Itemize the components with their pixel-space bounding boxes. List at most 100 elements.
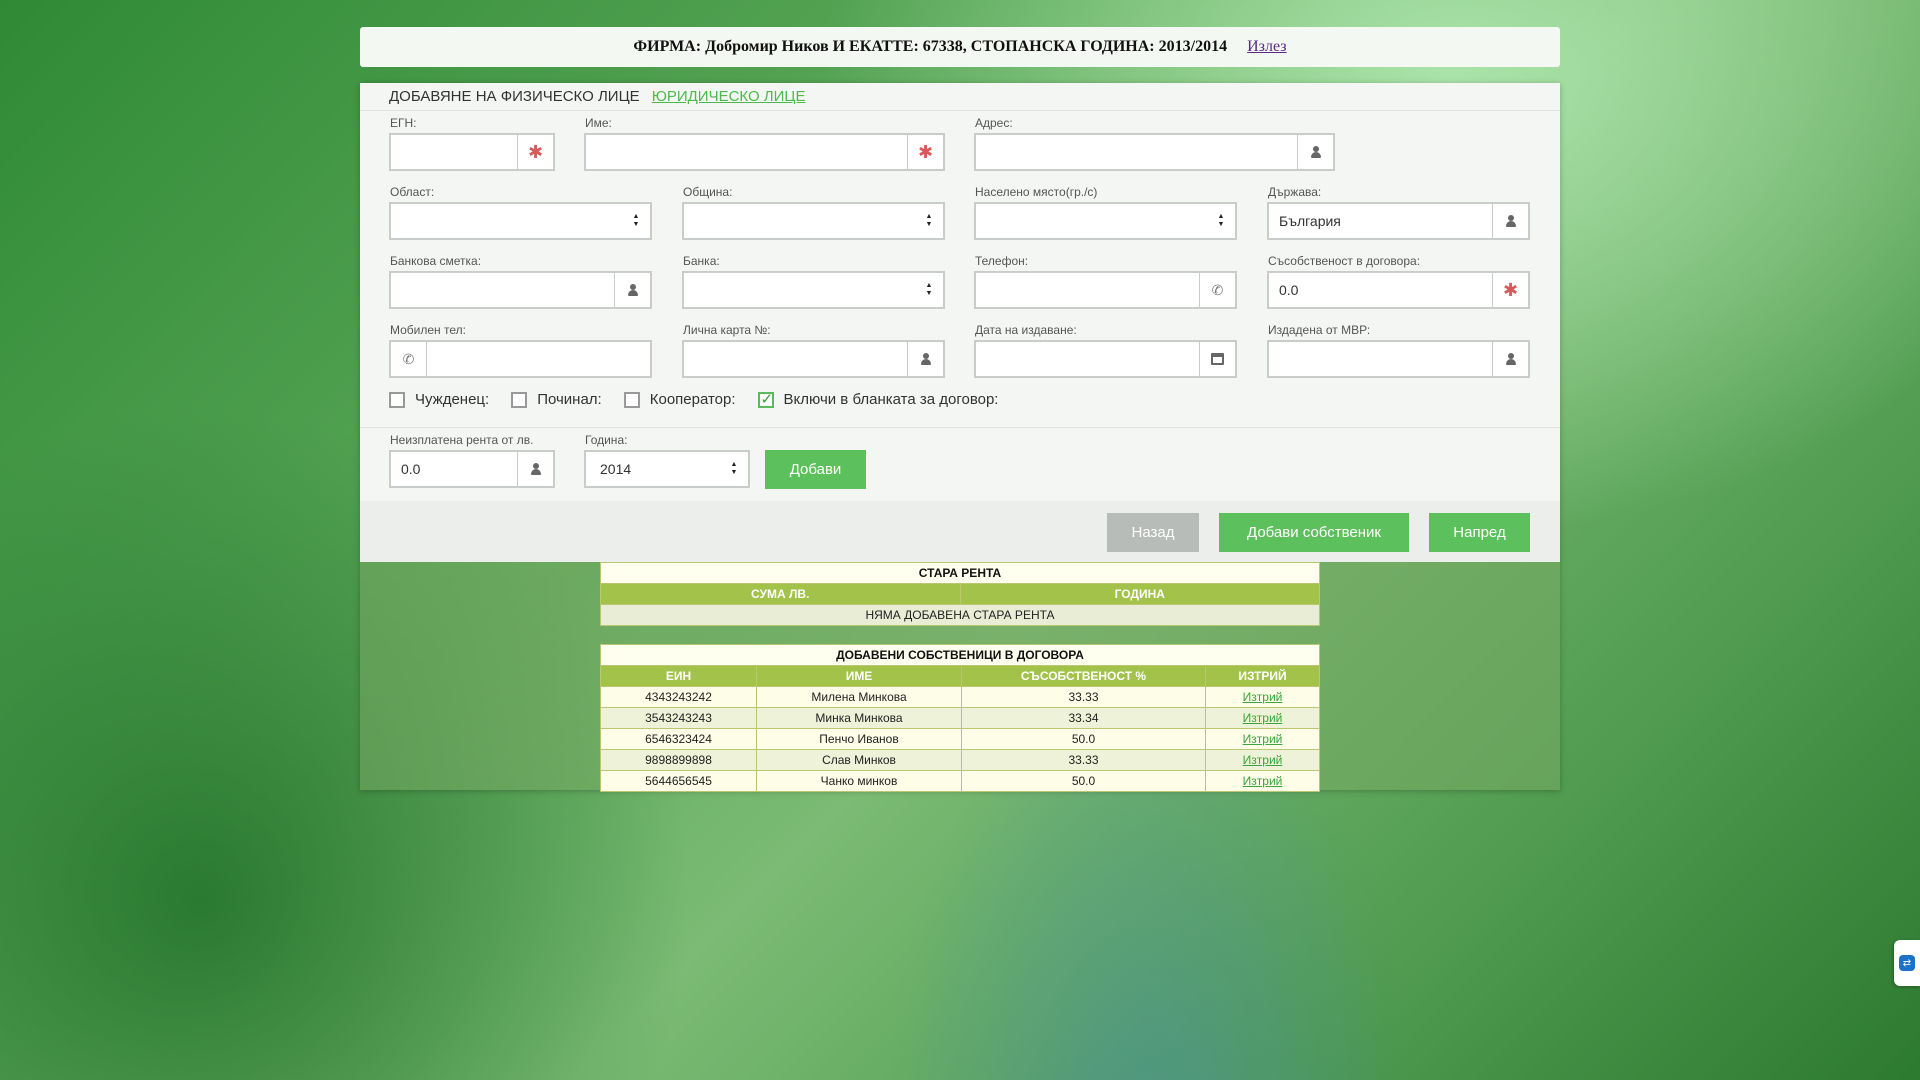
unpaid-rent-input[interactable]: 0.0 [389,450,555,488]
firm-info: ФИРМА: Добромир Ников И ЕКАТТЕ: 67338, С… [633,38,1228,55]
owner-share: 33.34 [961,707,1206,729]
issued-by-label: Издадена от МВР: [1268,323,1371,337]
checkbox-box[interactable] [623,391,640,408]
owners-table: ДОБАВЕНИ СОБСТВЕНИЦИ В ДОГОВОРА ЕИН ИМЕ … [600,644,1320,792]
old-rent-title: СТАРА РЕНТА [600,562,1320,584]
owner-name: Слав Минков [756,749,962,771]
next-button[interactable]: Напред [1429,513,1530,552]
egn-label: ЕГН: [390,116,417,130]
checkbox-box[interactable] [757,390,774,408]
address-label: Адрес: [975,116,1013,130]
ownership-input[interactable]: 0.0 ✱ [1267,271,1530,309]
column-header: ГОДИНА [959,583,1320,605]
checkbox-label: Чужденец: [415,391,490,408]
teamviewer-icon: ⇄ [1899,955,1915,971]
add-rent-button[interactable]: Добави [765,450,866,489]
country-value: България [1279,213,1341,229]
table-row: 4343243242 Милена Минкова 33.33 Изтрий [600,686,1320,708]
button-bar: Назад Добави собственик Напред [360,501,1560,562]
person-icon [517,452,553,486]
delete-owner-link[interactable]: Изтрий [1243,711,1283,725]
person-icon [1492,204,1528,238]
checkbox-label: Включи в бланката за договор: [783,391,999,408]
owner-name: Чанко минков [756,770,962,792]
checkbox-deceased[interactable]: Починал: [511,391,602,408]
owners-title: ДОБАВЕНИ СОБСТВЕНИЦИ В ДОГОВОРА [600,644,1320,666]
issued-by-input[interactable] [1267,340,1530,378]
region-select[interactable]: ▲ ▼ [389,202,652,240]
country-label: Държава: [1268,185,1322,199]
column-header: СЪСОБСТВЕНОСТ % [961,665,1206,687]
ownership-label: Съсобственост в договора: [1268,254,1421,268]
municipality-select[interactable]: ▲ ▼ [682,202,945,240]
year-label: Година: [585,433,628,447]
delete-owner-link[interactable]: Изтрий [1243,690,1283,704]
column-header: СУМА ЛВ. [600,583,961,605]
owner-ein: 4343243242 [600,686,757,708]
phone-icon: ✆ [391,342,427,376]
teamviewer-tab[interactable]: ⇄ [1894,940,1920,986]
settlement-select[interactable]: ▲ ▼ [974,202,1237,240]
phone-label: Телефон: [975,254,1029,268]
address-input[interactable] [974,133,1335,171]
empty-message: НЯМА ДОБАВЕНА СТАРА РЕНТА [600,604,1320,626]
table-row: 3543243243 Минка Минкова 33.34 Изтрий [600,707,1320,729]
country-input[interactable]: България [1267,202,1530,240]
back-button[interactable]: Назад [1107,513,1199,552]
person-icon [907,342,943,376]
owner-name: Милена Минкова [756,686,962,708]
owner-name: Пенчо Иванов [756,728,962,750]
mobile-label: Мобилен тел: [390,323,466,337]
calendar-icon[interactable] [1199,342,1235,376]
id-card-label: Лична карта №: [683,323,771,337]
owner-ein: 6546323424 [600,728,757,750]
form-area: ДОБАВЯНЕ НА ФИЗИЧЕСКО ЛИЦЕ ЮРИДИЧЕСКО ЛИ… [360,83,1560,562]
table-row: 6546323424 Пенчо Иванов 50.0 Изтрий [600,728,1320,750]
person-icon [614,273,650,307]
tabs-bar: ДОБАВЯНЕ НА ФИЗИЧЕСКО ЛИЦЕ ЮРИДИЧЕСКО ЛИ… [360,83,1560,111]
old-rent-table: СТАРА РЕНТА СУМА ЛВ. ГОДИНА НЯМА ДОБАВЕН… [600,562,1320,626]
issue-date-label: Дата на издаване: [975,323,1077,337]
year-select[interactable]: 2014 ▲ ▼ [584,450,750,488]
bank-account-input[interactable] [389,271,652,309]
table-row: 5644656545 Чанко минков 50.0 Изтрий [600,770,1320,792]
ownership-value: 0.0 [1279,282,1299,298]
phone-input[interactable]: ✆ [974,271,1237,309]
checkbox-foreigner[interactable]: Чужденец: [389,391,489,408]
checkbox-box[interactable] [511,391,528,408]
id-card-input[interactable] [682,340,945,378]
tab-legal-entity-link[interactable]: ЮРИДИЧЕСКО ЛИЦЕ [652,88,806,105]
page: ФИРМА: Добромир Ников И ЕКАТТЕ: 67338, С… [0,0,1920,1080]
name-label: Име: [585,116,612,130]
logout-link[interactable]: Излез [1247,38,1286,56]
bank-select[interactable]: ▲ ▼ [682,271,945,309]
issue-date-input[interactable] [974,340,1237,378]
sort-caret-icon: ▲ ▼ [1217,213,1225,228]
name-input[interactable]: ✱ [584,133,945,171]
delete-owner-link[interactable]: Изтрий [1243,753,1283,767]
asterisk-icon: ✱ [1492,273,1528,307]
sort-caret-icon: ▲ ▼ [925,213,933,228]
add-owner-button[interactable]: Добави собственик [1219,513,1409,552]
checkbox-row: Чужденец: Починал: Кооператор: Включи в … [389,390,1020,408]
checkbox-include-in-contract[interactable]: Включи в бланката за договор: [757,390,999,408]
divider [360,427,1560,428]
owner-ein: 9898899898 [600,749,757,771]
top-header: ФИРМА: Добромир Ников И ЕКАТТЕ: 67338, С… [360,27,1560,67]
egn-input[interactable]: ✱ [389,133,555,171]
checkbox-cooperator[interactable]: Кооператор: [623,391,736,408]
mobile-input[interactable]: ✆ [389,340,652,378]
bank-account-label: Банкова сметка: [390,254,482,268]
year-value: 2014 [600,461,632,477]
region-label: Област: [390,185,435,199]
sort-caret-icon: ▲ ▼ [730,461,738,476]
tab-physical-person[interactable]: ДОБАВЯНЕ НА ФИЗИЧЕСКО ЛИЦЕ [389,88,640,105]
checkbox-label: Кооператор: [649,391,736,408]
checkbox-box[interactable] [389,391,405,408]
delete-owner-link[interactable]: Изтрий [1243,732,1283,746]
asterisk-icon: ✱ [517,135,553,169]
delete-owner-link[interactable]: Изтрий [1243,774,1283,788]
unpaid-rent-value: 0.0 [401,461,421,477]
municipality-label: Община: [683,185,733,199]
owner-share: 33.33 [961,686,1206,708]
